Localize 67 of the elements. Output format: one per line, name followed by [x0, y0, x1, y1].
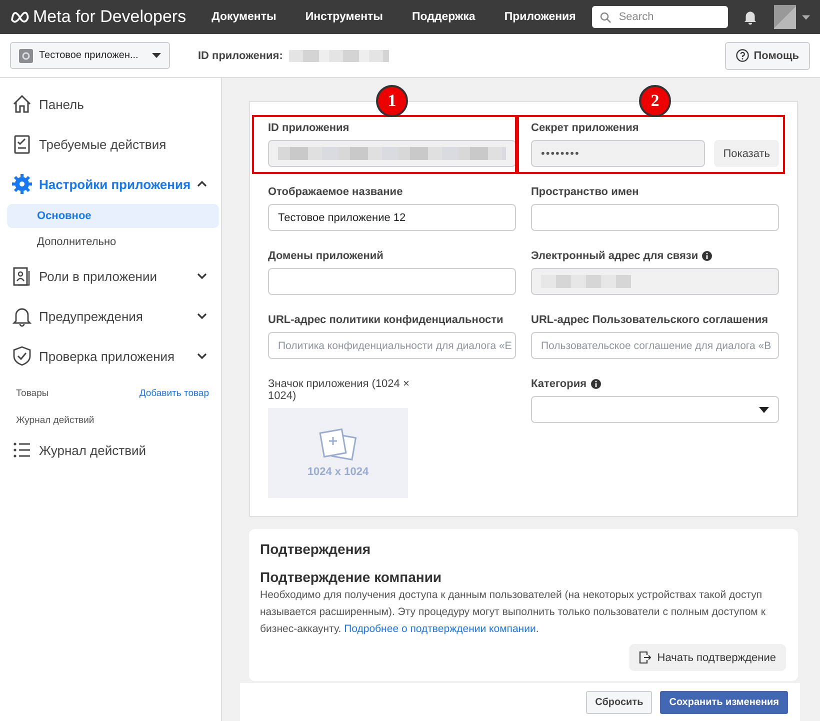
show-button[interactable]: Показать	[714, 140, 779, 167]
shield-check-icon	[11, 345, 33, 367]
sidebar-item[interactable]: Журнал действий	[0, 430, 221, 470]
exit-icon	[639, 651, 652, 664]
sidebar-item[interactable]: Проверка приложения	[0, 336, 221, 376]
number-badge: 2	[639, 85, 671, 117]
field-label: Отображаемое название	[268, 186, 403, 198]
image-add-icon	[318, 428, 358, 462]
field-label: Электронный адрес для связи	[531, 250, 698, 262]
notifications-icon[interactable]	[744, 10, 756, 24]
field-label: ID приложения	[268, 122, 350, 134]
help-button[interactable]: Помощь	[724, 42, 810, 70]
dropdown-caret-icon	[759, 406, 769, 412]
logo-text[interactable]: Meta for Developers	[33, 7, 186, 27]
category-dropdown[interactable]	[531, 396, 779, 423]
sidebar-item[interactable]: Роли в приложении	[0, 256, 221, 296]
learn-more-link[interactable]: Подробнее о подтверждении компании	[344, 623, 536, 635]
field-label: Пространство имен	[531, 186, 639, 198]
nav-link[interactable]: Поддержка	[412, 11, 476, 23]
description-text: Необходимо для получения доступа к данным пользователей (на некоторых устройствах такой доступ называется расширенным). Эту процедуру могут выполнить только пользователи с полным доступом к бизнес-аккаунту. Подробнее о подтверждении компании.	[260, 588, 766, 637]
chevron-icon	[197, 353, 207, 359]
image-size-caption: 1024 x 1024	[307, 466, 369, 478]
help-icon	[736, 49, 749, 62]
chevron-icon	[197, 313, 207, 319]
nav-link[interactable]: Инструменты	[305, 11, 384, 23]
chevron-icon	[197, 273, 207, 279]
settings-icon	[11, 173, 33, 195]
start-verification-button[interactable]: Начать подтверждение	[629, 644, 786, 671]
save-button[interactable]: Сохранить изменения	[660, 690, 788, 714]
secret-field[interactable]: ••••••••	[531, 140, 706, 167]
sidebar-item[interactable]: Требуемые действия	[0, 124, 221, 164]
app-selector[interactable]: Тестовое приложен...	[10, 42, 170, 69]
field-label: Категория	[531, 378, 587, 390]
dropdown-caret-icon	[152, 53, 161, 58]
readonly-field[interactable]	[268, 140, 516, 167]
section-heading: Товары	[16, 388, 49, 399]
caret-icon[interactable]	[802, 14, 810, 20]
home-icon	[11, 93, 33, 115]
chevron-icon	[197, 181, 207, 187]
avatar[interactable]	[774, 5, 796, 29]
field-label: Домены приложений	[268, 250, 384, 262]
sidebar-item[interactable]: Предупреждения	[0, 296, 221, 336]
text-field[interactable]	[268, 268, 516, 295]
section-title: Подтверждения	[260, 541, 372, 557]
nav-link[interactable]: Приложения	[504, 11, 576, 23]
text-field[interactable]: Тестовое приложение 12	[268, 204, 516, 231]
sidebar-subitem[interactable]: Дополнительно	[7, 230, 219, 254]
field-label: URL-адрес Пользовательского соглашения	[531, 314, 768, 326]
sidebar-item[interactable]: Настройки приложения	[0, 164, 221, 204]
section-subtitle: Подтверждение компании	[260, 569, 443, 585]
search-field[interactable]: Search	[592, 6, 728, 28]
field-label: Секрет приложения	[531, 122, 639, 134]
field-label: Значок приложения (1024 × 1024)	[268, 378, 410, 402]
section-heading: Журнал действий	[16, 415, 94, 426]
nav-link[interactable]: Документы	[212, 11, 276, 23]
field-label: URL-адрес политики конфиденциальности	[268, 314, 504, 326]
reset-button[interactable]: Сбросить	[586, 690, 652, 714]
app-id-label: ID приложения:	[198, 50, 283, 62]
app-gear-icon	[19, 48, 33, 62]
readonly-field[interactable]	[531, 268, 779, 295]
add-product-link[interactable]: Добавить товар	[139, 388, 209, 399]
meta-logo-icon	[10, 11, 30, 23]
text-field[interactable]	[531, 204, 779, 231]
sidebar-item[interactable]: Панель	[0, 84, 221, 124]
search-icon	[600, 12, 611, 22]
number-badge: 1	[376, 85, 408, 117]
sidebar-subitem[interactable]: Основное	[7, 204, 219, 228]
